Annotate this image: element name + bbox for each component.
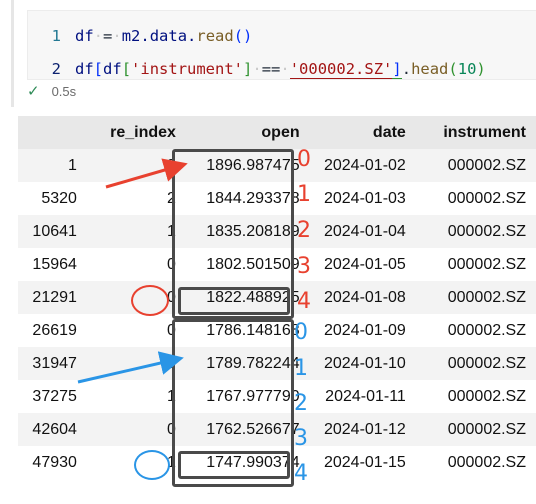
code-token: head [411, 60, 449, 78]
cell-focus-bar [11, 0, 14, 107]
blue-sequence-number: 2 [294, 391, 308, 416]
table-cell: 000002.SZ [415, 347, 536, 380]
index-cell: 31947 [18, 347, 87, 380]
line-number: 1 [51, 27, 61, 45]
index-cell: 10641 [18, 215, 87, 248]
code-token: 'instrument' [131, 60, 244, 78]
highlight-box-row-9 [178, 451, 290, 479]
column-header: instrument [415, 116, 536, 149]
table-cell: 000002.SZ [415, 281, 536, 314]
table-cell: 000002.SZ [415, 215, 536, 248]
code-token: df [75, 27, 94, 45]
index-header [18, 116, 87, 149]
table-cell: 000002.SZ [415, 446, 536, 479]
index-cell: 37275 [18, 380, 87, 413]
index-cell: 15964 [18, 248, 87, 281]
code-token: m2.data. [121, 27, 197, 45]
table-header-row: re_index open date instrument [18, 116, 536, 149]
table-cell: 2024-01-09 [309, 314, 416, 347]
code-token: read [196, 27, 234, 45]
table-cell: 2024-01-08 [309, 281, 416, 314]
blue-sequence-number: 3 [294, 426, 308, 451]
code-token: == [261, 60, 281, 78]
red-sequence-number: 4 [297, 289, 311, 314]
code-line-1[interactable]: 1 df·=·m2.data.read() [28, 25, 253, 47]
code-token: = [103, 27, 113, 45]
column-header: re_index [86, 116, 186, 149]
table-cell: 000002.SZ [415, 413, 536, 446]
blue-circle-annotation [134, 450, 170, 480]
index-cell: 42604 [18, 413, 87, 446]
table-cell: 2024-01-04 [309, 215, 416, 248]
table-cell: 000002.SZ [415, 380, 536, 413]
index-cell: 1 [18, 149, 87, 182]
code-token: () [233, 27, 253, 45]
code-token: df [75, 60, 94, 78]
table-cell: 2024-01-10 [309, 347, 416, 380]
code-token: '000002.SZ' [289, 60, 393, 79]
table-cell: 2024-01-11 [309, 380, 416, 413]
line-number: 2 [51, 60, 61, 78]
blue-sequence-number: 1 [294, 356, 308, 381]
execution-time: 0.5s [51, 84, 77, 99]
red-circle-annotation [131, 285, 169, 316]
red-sequence-number: 3 [297, 254, 311, 279]
red-sequence-number: 0 [297, 147, 311, 172]
code-line-2[interactable]: 2 df[df['instrument']·==·'000002.SZ'].hea… [28, 58, 486, 80]
code-token: 10 [457, 60, 477, 78]
highlight-box-row-4 [178, 287, 290, 315]
table-cell: 000002.SZ [415, 182, 536, 215]
index-cell: 26619 [18, 314, 87, 347]
blue-sequence-number: 4 [294, 461, 308, 486]
code-editor[interactable]: 1 df·=·m2.data.read() 2 df[df['instrument'… [27, 10, 536, 80]
table-cell: 2024-01-05 [309, 248, 416, 281]
index-cell: 47930 [18, 446, 87, 479]
red-sequence-number: 2 [297, 218, 311, 243]
red-sequence-number: 1 [297, 182, 311, 207]
blue-sequence-number: 0 [294, 320, 308, 345]
column-header: date [309, 116, 416, 149]
table-cell: 000002.SZ [415, 149, 536, 182]
execution-status: ✓ 0.5s [27, 81, 76, 103]
index-cell: 21291 [18, 281, 87, 314]
code-cell[interactable]: 1 df·=·m2.data.read() 2 df[df['instrument'… [5, 0, 536, 107]
table-cell: 2024-01-15 [309, 446, 416, 479]
table-cell: 000002.SZ [415, 248, 536, 281]
table-cell: 2024-01-12 [309, 413, 416, 446]
table-cell: 2024-01-03 [309, 182, 416, 215]
index-cell: 5320 [18, 182, 87, 215]
code-token: df [103, 60, 122, 78]
table-cell: 000002.SZ [415, 314, 536, 347]
column-header: open [185, 116, 310, 149]
table-cell: 2024-01-02 [309, 149, 416, 182]
check-icon: ✓ [27, 83, 40, 100]
